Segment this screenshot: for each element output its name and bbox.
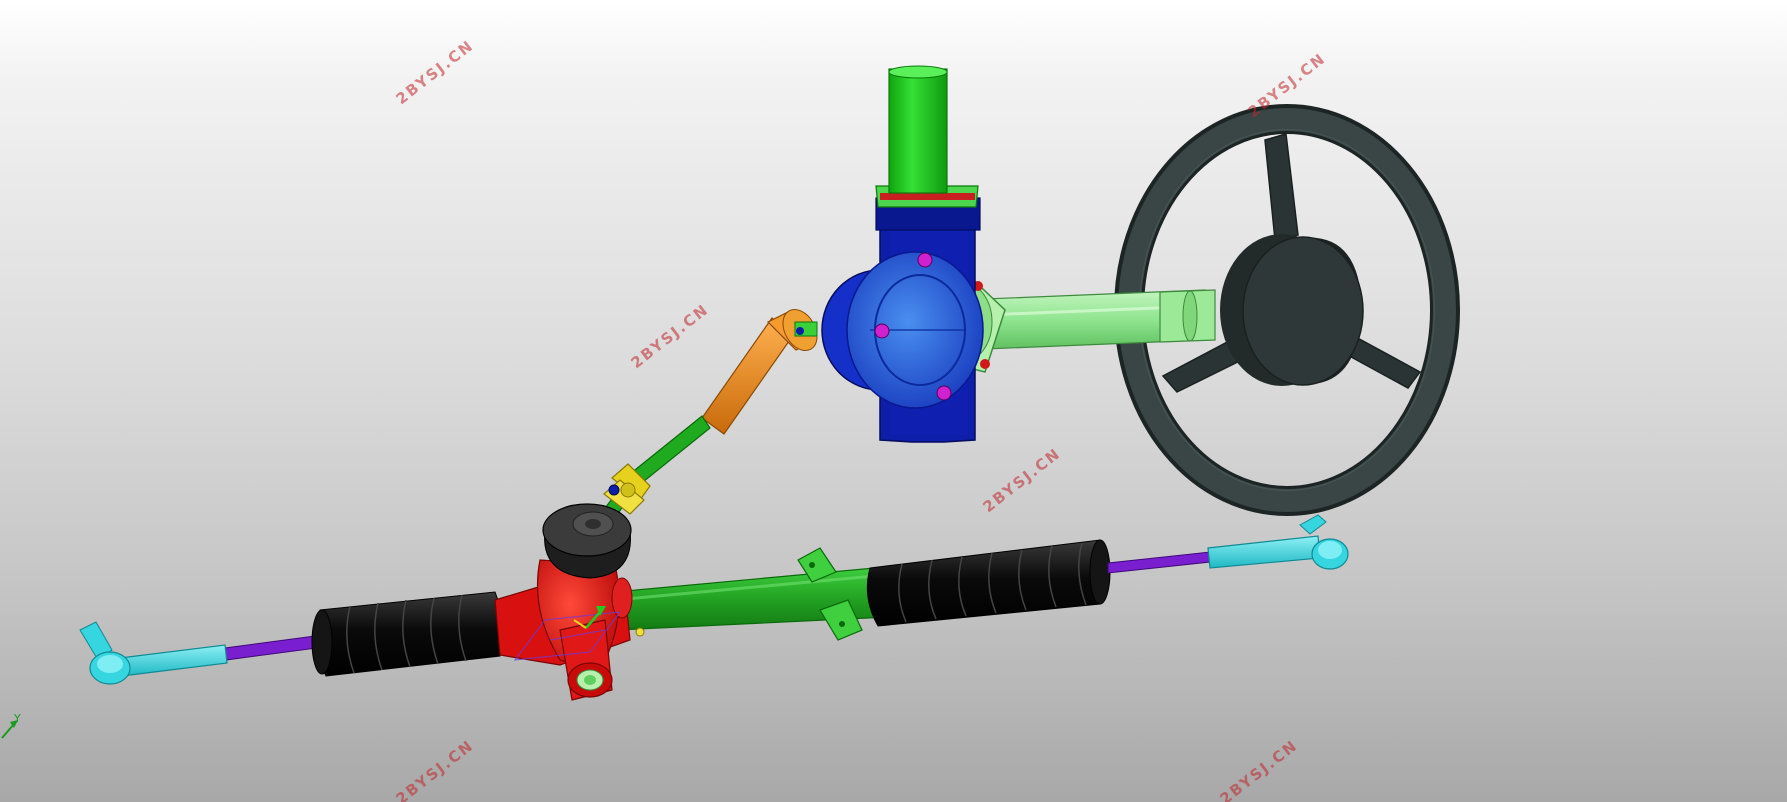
rack-tube[interactable] bbox=[614, 547, 889, 641]
housing-bolt bbox=[936, 385, 952, 401]
eps-motor[interactable] bbox=[875, 65, 979, 208]
left-tie-rod[interactable] bbox=[79, 621, 333, 685]
right-tie-rod[interactable] bbox=[1107, 514, 1349, 574]
steering-gear-housing[interactable] bbox=[494, 559, 645, 701]
eps-housing[interactable] bbox=[821, 197, 984, 443]
right-bellows[interactable] bbox=[866, 539, 1111, 627]
steering-assembly-model[interactable] bbox=[0, 0, 1787, 802]
intermediate-shaft[interactable] bbox=[701, 303, 824, 435]
housing-bolt bbox=[917, 252, 933, 268]
pinion-cap[interactable] bbox=[542, 503, 632, 579]
wheel-hub[interactable] bbox=[1220, 234, 1364, 386]
axis-y-label: Y bbox=[14, 712, 21, 725]
left-tie-rod-end[interactable] bbox=[79, 621, 131, 685]
cad-viewport[interactable]: Y 2BYSJ.CN 2BYSJ.CN 2BYSJ.CN 2BYSJ.CN 2B… bbox=[0, 0, 1787, 802]
housing-bolt bbox=[874, 323, 890, 339]
left-bellows[interactable] bbox=[311, 591, 504, 677]
flange-bolt bbox=[980, 359, 990, 369]
